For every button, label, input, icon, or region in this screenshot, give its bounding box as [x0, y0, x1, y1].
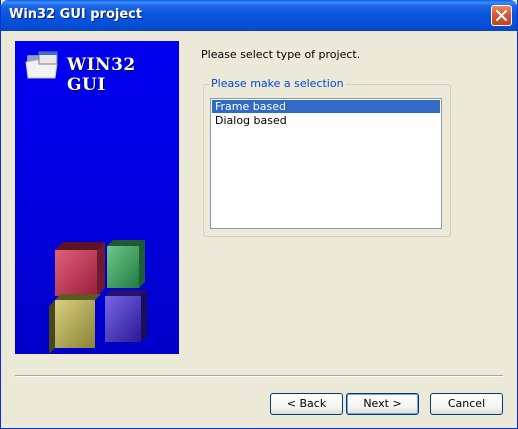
cancel-button-label: Cancel [447, 397, 486, 410]
back-button-label: < Back [286, 397, 327, 410]
logo-text: WIN32 GUI [67, 55, 136, 95]
separator-line [15, 375, 503, 377]
dialog-window: Win32 GUI project WIN32 GUI Please selec… [0, 0, 518, 429]
title-bar[interactable]: Win32 GUI project [1, 0, 517, 31]
window-title: Win32 GUI project [9, 7, 143, 22]
close-button[interactable] [491, 5, 512, 26]
next-button-label: Next > [363, 397, 402, 410]
cubes-icon [49, 240, 147, 354]
cancel-button[interactable]: Cancel [430, 393, 503, 415]
back-button[interactable]: < Back [270, 393, 343, 415]
wizard-banner: WIN32 GUI [15, 41, 179, 354]
groupbox-title: Please make a selection [209, 77, 346, 90]
close-icon [496, 10, 507, 21]
folder-window-icon [25, 51, 58, 79]
list-item-frame-based[interactable]: Frame based [212, 100, 440, 113]
instruction-text: Please select type of project. [201, 48, 361, 61]
list-item-dialog-based[interactable]: Dialog based [212, 114, 440, 127]
next-button[interactable]: Next > [346, 393, 419, 415]
project-type-listbox[interactable]: Frame based Dialog based [210, 98, 442, 229]
